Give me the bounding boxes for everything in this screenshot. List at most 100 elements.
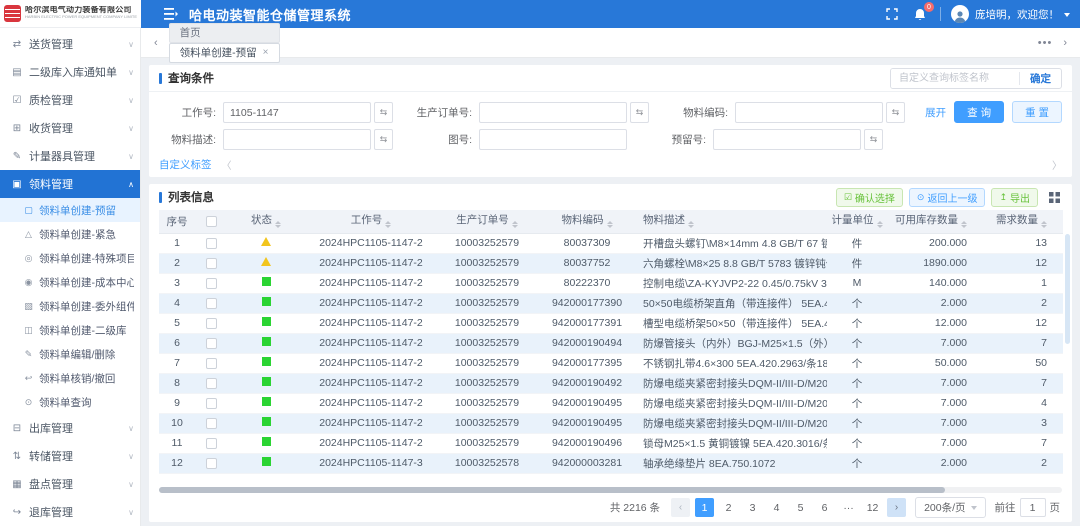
table-row[interactable]: 82024HPC1105-1147-2100032525799420001904… <box>159 373 1063 393</box>
tag-strip-left-icon[interactable]: 〈 <box>222 157 232 172</box>
col-header-demand[interactable]: 需求数量 <box>983 210 1063 233</box>
sidebar-item-quality-check[interactable]: ☑质检管理∨ <box>0 86 140 114</box>
confirm-select-button[interactable]: ☑确认选择 <box>836 188 903 207</box>
table-row[interactable]: 22024HPC1105-1147-21000325257980037752六角… <box>159 253 1063 273</box>
tab-more-icon[interactable]: ••• <box>1032 37 1059 49</box>
table-row[interactable]: 42024HPC1105-1147-2100032525799420001773… <box>159 293 1063 313</box>
table-row[interactable]: 112024HPC1105-1147-210003252579942000190… <box>159 433 1063 453</box>
sidebar-item-return-store[interactable]: ↪退库管理∨ <box>0 498 140 526</box>
sidebar-item-outbound[interactable]: ⊟出库管理∨ <box>0 414 140 442</box>
material-code-input[interactable] <box>735 102 883 123</box>
page-number-2[interactable]: 2 <box>719 498 738 517</box>
page-number-12[interactable]: 12 <box>863 498 882 517</box>
sort-icon[interactable] <box>1041 218 1047 232</box>
multi-value-icon[interactable]: ⇆ <box>886 102 905 123</box>
table-row[interactable]: 52024HPC1105-1147-2100032525799420001773… <box>159 313 1063 333</box>
table-row[interactable]: 62024HPC1105-1147-2100032525799420001904… <box>159 333 1063 353</box>
drawing-no-input[interactable] <box>479 129 627 150</box>
production-order-no-input[interactable] <box>479 102 627 123</box>
goto-page-input[interactable] <box>1020 498 1046 517</box>
row-checkbox[interactable] <box>206 358 217 369</box>
page-number-3[interactable]: 3 <box>743 498 762 517</box>
col-header-order_no[interactable]: 生产订单号 <box>437 210 537 233</box>
sidebar-item-receiving[interactable]: ⊞收货管理∨ <box>0 114 140 142</box>
multi-value-icon[interactable]: ⇆ <box>374 129 393 150</box>
table-row[interactable]: 102024HPC1105-1147-210003252579942000190… <box>159 413 1063 433</box>
row-checkbox[interactable] <box>206 258 217 269</box>
work-no-input[interactable] <box>223 102 371 123</box>
sort-icon[interactable] <box>607 218 613 232</box>
expand-filters-link[interactable]: 展开 <box>925 105 946 120</box>
page-number-5[interactable]: 5 <box>791 498 810 517</box>
table-row[interactable]: 72024HPC1105-1147-2100032525799420001773… <box>159 353 1063 373</box>
page-number-4[interactable]: 4 <box>767 498 786 517</box>
confirm-tag-button[interactable]: 确定 <box>1020 71 1061 86</box>
table-row[interactable]: 92024HPC1105-1147-2100032525799420001904… <box>159 393 1063 413</box>
select-all-checkbox[interactable] <box>206 216 217 227</box>
table-row[interactable]: 32024HPC1105-1147-21000325257980222370控制… <box>159 273 1063 293</box>
reserve-no-input[interactable] <box>713 129 861 150</box>
table-row[interactable]: 122024HPC1105-1147-310003252578942000003… <box>159 453 1063 473</box>
sidebar-subitem-cost-center[interactable]: ◉领料单创建-成本中心 <box>0 270 140 294</box>
next-page-button[interactable]: › <box>887 498 906 517</box>
tab-scroll-left-icon[interactable]: ‹ <box>149 37 163 49</box>
sidebar-subitem-writeoff-recall[interactable]: ↩领料单核销/撤回 <box>0 366 140 390</box>
custom-tag-name-input[interactable] <box>891 69 1019 88</box>
user-menu-caret-icon[interactable] <box>1064 13 1070 20</box>
sidebar-item-delivery[interactable]: ⇄送货管理∨ <box>0 30 140 58</box>
tag-strip-right-icon[interactable]: 〉 <box>1052 157 1062 172</box>
sort-icon[interactable] <box>877 218 883 232</box>
material-desc-input[interactable] <box>223 129 371 150</box>
sort-icon[interactable] <box>512 218 518 232</box>
tab-home[interactable]: 首页 <box>169 23 280 43</box>
sidebar-subitem-urgent[interactable]: △领料单创建-紧急 <box>0 222 140 246</box>
notification-bell-icon[interactable]: 0 <box>912 6 928 22</box>
col-header-material_desc[interactable]: 物料描述 <box>637 210 827 233</box>
multi-value-icon[interactable]: ⇆ <box>864 129 883 150</box>
row-checkbox[interactable] <box>206 338 217 349</box>
sidebar-subitem-special-project[interactable]: ◎领料单创建-特殊项目 <box>0 246 140 270</box>
sort-icon[interactable] <box>275 218 281 232</box>
multi-value-icon[interactable]: ⇆ <box>630 102 649 123</box>
horizontal-scrollbar[interactable] <box>159 487 1062 493</box>
sidebar-item-measuring-tool[interactable]: ✎计量器具管理∨ <box>0 142 140 170</box>
sidebar-item-material-request[interactable]: ▣领料管理∧ <box>0 170 140 198</box>
page-number-6[interactable]: 6 <box>815 498 834 517</box>
col-header-material_code[interactable]: 物料编码 <box>537 210 637 233</box>
row-checkbox[interactable] <box>206 458 217 469</box>
sort-icon[interactable] <box>688 218 694 232</box>
fullscreen-icon[interactable] <box>884 6 900 22</box>
row-checkbox[interactable] <box>206 398 217 409</box>
tab-close-icon[interactable]: × <box>263 47 269 58</box>
sidebar-subitem-edit-delete[interactable]: ✎领料单编辑/删除 <box>0 342 140 366</box>
collapse-sidebar-icon[interactable] <box>163 6 179 22</box>
vertical-scrollbar[interactable] <box>1065 234 1070 344</box>
sidebar-subitem-secondary-store[interactable]: ◫领料单创建-二级库 <box>0 318 140 342</box>
row-checkbox[interactable] <box>206 418 217 429</box>
page-size-select[interactable]: 200条/页 <box>915 497 985 518</box>
sidebar-subitem-reserve-doc[interactable]: ▢领料单创建-预留 <box>0 198 140 222</box>
user-greeting[interactable]: 庞培明，欢迎您！ <box>975 7 1059 22</box>
multi-value-icon[interactable]: ⇆ <box>374 102 393 123</box>
row-checkbox[interactable] <box>206 238 217 249</box>
search-button[interactable]: 查 询 <box>954 101 1004 123</box>
col-header-work_no[interactable]: 工作号 <box>305 210 437 233</box>
sidebar-subitem-outsourced-part[interactable]: ▧领料单创建-委外组件 <box>0 294 140 318</box>
sidebar-item-transfer[interactable]: ⇅转储管理∨ <box>0 442 140 470</box>
tab-scroll-right-icon[interactable]: › <box>1058 37 1072 49</box>
sidebar-item-stocktaking[interactable]: ▦盘点管理∨ <box>0 470 140 498</box>
sort-icon[interactable] <box>385 218 391 232</box>
export-button[interactable]: ↥导出 <box>991 188 1038 207</box>
row-checkbox[interactable] <box>206 318 217 329</box>
row-checkbox[interactable] <box>206 438 217 449</box>
page-number-1[interactable]: 1 <box>695 498 714 517</box>
sort-icon[interactable] <box>961 218 967 232</box>
col-header-status[interactable]: 状态 <box>227 210 305 233</box>
row-checkbox[interactable] <box>206 278 217 289</box>
row-checkbox[interactable] <box>206 298 217 309</box>
back-up-level-button[interactable]: ⊙返回上一级 <box>909 188 986 207</box>
reset-button[interactable]: 重 置 <box>1012 101 1062 123</box>
table-row[interactable]: 12024HPC1105-1147-21000325257980037309开槽… <box>159 233 1063 253</box>
column-settings-icon[interactable] <box>1046 189 1062 205</box>
prev-page-button[interactable]: ‹ <box>671 498 690 517</box>
